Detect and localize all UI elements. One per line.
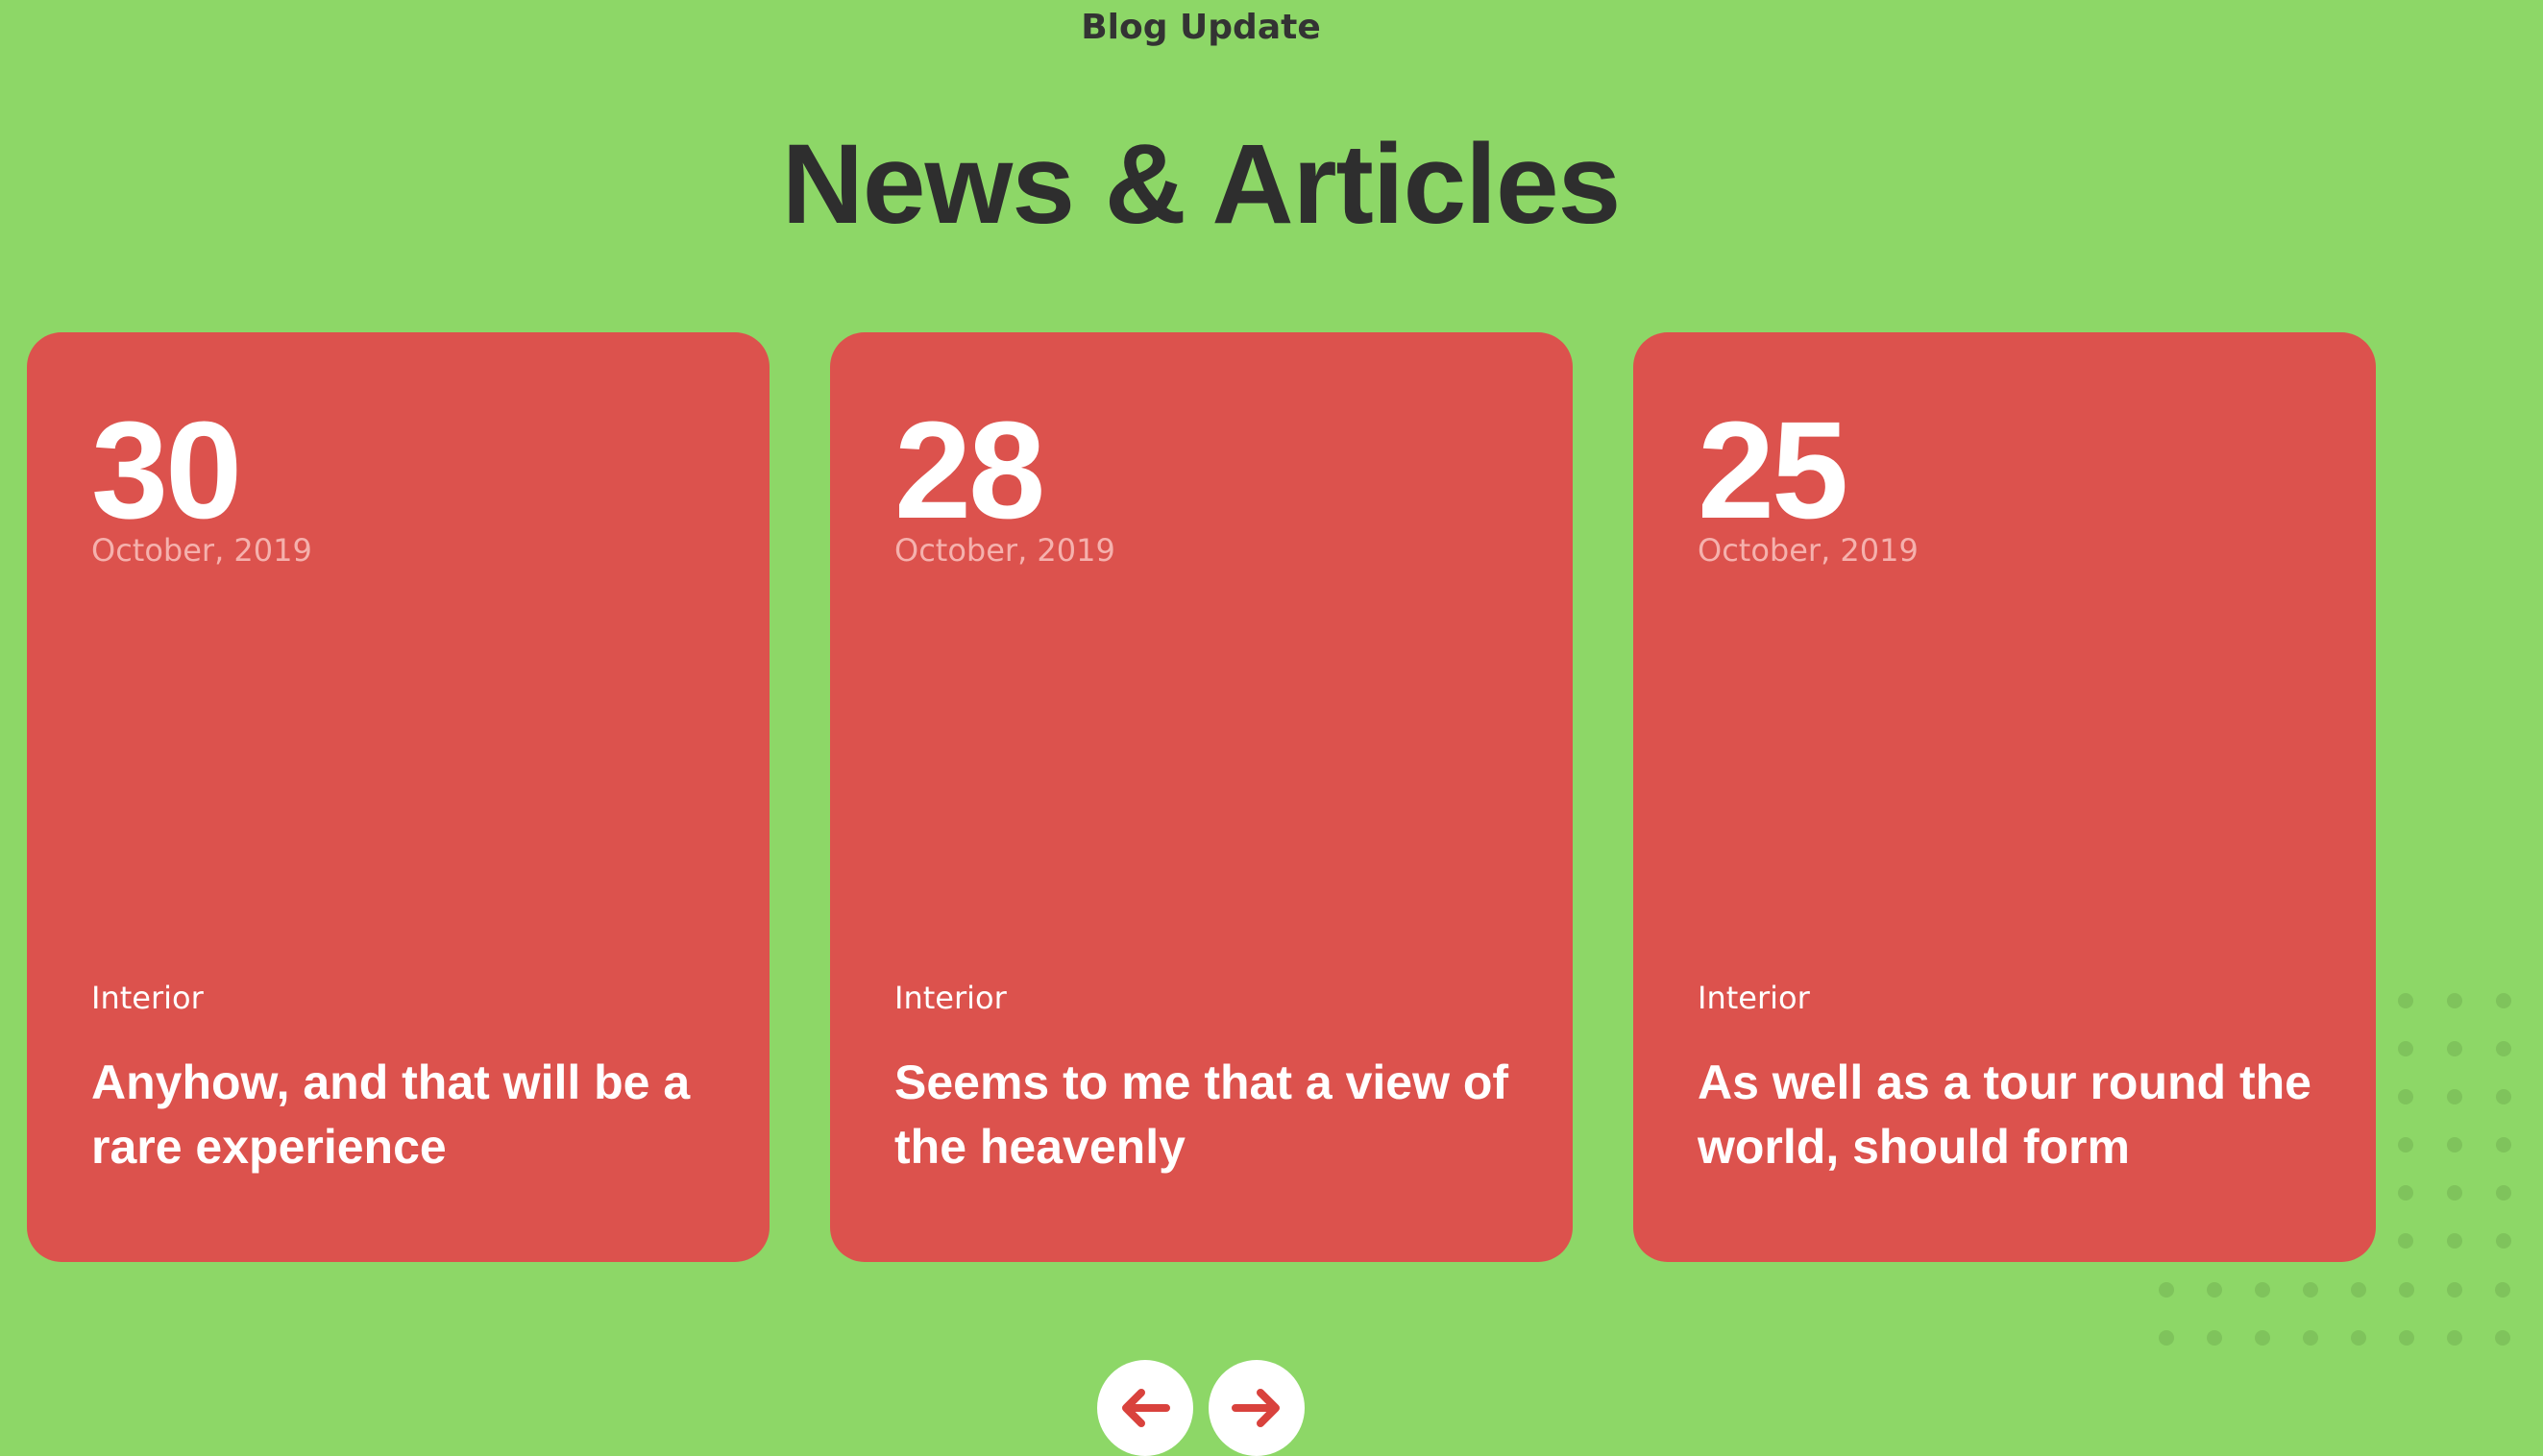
article-card[interactable]: 28 October, 2019 Interior Seems to me th…	[830, 332, 1573, 1262]
article-category[interactable]: Interior	[894, 980, 1007, 1016]
article-title[interactable]: As well as a tour round the world, shoul…	[1698, 1051, 2312, 1179]
article-month: October, 2019	[91, 532, 312, 569]
article-day: 25	[1698, 393, 1848, 547]
article-day: 28	[894, 393, 1045, 547]
article-card[interactable]: 30 October, 2019 Interior Anyhow, and th…	[27, 332, 770, 1262]
article-month: October, 2019	[1698, 532, 1919, 569]
article-title[interactable]: Seems to me that a view of the heavenly	[894, 1051, 1509, 1179]
next-button[interactable]	[1209, 1360, 1305, 1456]
arrow-right-icon	[1232, 1389, 1280, 1427]
article-day: 30	[91, 393, 242, 547]
article-title[interactable]: Anyhow, and that will be a rare experien…	[91, 1051, 706, 1179]
article-month: October, 2019	[894, 532, 1115, 569]
article-category[interactable]: Interior	[1698, 980, 1810, 1016]
section-subtitle: Blog Update	[1081, 8, 1321, 47]
page-title: News & Articles	[781, 121, 1622, 248]
article-card[interactable]: 25 October, 2019 Interior As well as a t…	[1633, 332, 2376, 1262]
article-category[interactable]: Interior	[91, 980, 204, 1016]
previous-button[interactable]	[1097, 1360, 1193, 1456]
arrow-left-icon	[1122, 1389, 1170, 1427]
